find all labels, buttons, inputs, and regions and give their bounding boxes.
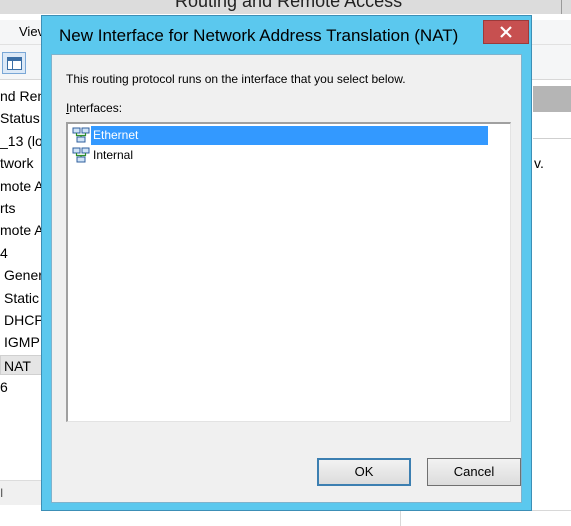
- background-window-titlebar: Routing and Remote Access: [0, 0, 571, 14]
- dialog-description: This routing protocol runs on the interf…: [66, 72, 406, 86]
- background-window-title: Routing and Remote Access: [175, 0, 403, 11]
- status-bar-separator: [400, 510, 401, 526]
- tree-item[interactable]: mote A: [0, 220, 44, 240]
- tree-item[interactable]: 4: [0, 243, 8, 263]
- tree-item[interactable]: mote A: [0, 176, 44, 196]
- details-pane-header: [533, 86, 571, 112]
- tree-item[interactable]: twork: [0, 153, 33, 173]
- tree-item[interactable]: rts: [0, 198, 16, 218]
- dialog-title: New Interface for Network Address Transl…: [59, 26, 459, 45]
- interface-name: Internal: [93, 148, 134, 162]
- interface-name: Ethernet: [91, 126, 488, 145]
- details-column-header[interactable]: [533, 116, 571, 139]
- network-interface-icon: [72, 127, 90, 144]
- tree-horizontal-scrollbar[interactable]: I: [0, 480, 44, 505]
- tree-item[interactable]: Static: [4, 288, 39, 308]
- console-tree-icon: [7, 57, 22, 70]
- background-titlebar-divider: [561, 0, 562, 14]
- ok-button[interactable]: OK: [317, 458, 411, 486]
- nat-new-interface-dialog: New Interface for Network Address Transl…: [41, 15, 532, 511]
- cancel-button[interactable]: Cancel: [427, 458, 521, 486]
- close-button[interactable]: [483, 20, 529, 44]
- tree-item[interactable]: DHCP: [4, 310, 44, 330]
- interfaces-listbox[interactable]: Ethernet Internal: [66, 122, 511, 422]
- details-pane-text: v.: [534, 155, 544, 171]
- tree-item[interactable]: nd Ren: [0, 86, 45, 106]
- console-tree[interactable]: nd Ren Status _13 (lo twork mote A rts mote A 4…: [0, 86, 45, 395]
- interfaces-label-text: nterfaces:: [69, 101, 123, 115]
- tree-item[interactable]: NAT: [0, 354, 42, 375]
- tree-item[interactable]: IGMP: [4, 332, 40, 352]
- network-interface-icon: [72, 147, 90, 164]
- interfaces-label: Interfaces:: [66, 101, 122, 115]
- tree-item[interactable]: _13 (lo: [0, 131, 43, 151]
- tree-item[interactable]: 6: [0, 377, 8, 397]
- show-hide-console-tree-button[interactable]: [2, 52, 26, 74]
- tree-item[interactable]: Gener: [4, 265, 43, 285]
- dialog-client-area: This routing protocol runs on the interf…: [51, 54, 522, 503]
- tree-item[interactable]: Status: [0, 108, 40, 128]
- scrollbar-thumb[interactable]: I: [0, 486, 3, 500]
- close-icon: [500, 26, 512, 38]
